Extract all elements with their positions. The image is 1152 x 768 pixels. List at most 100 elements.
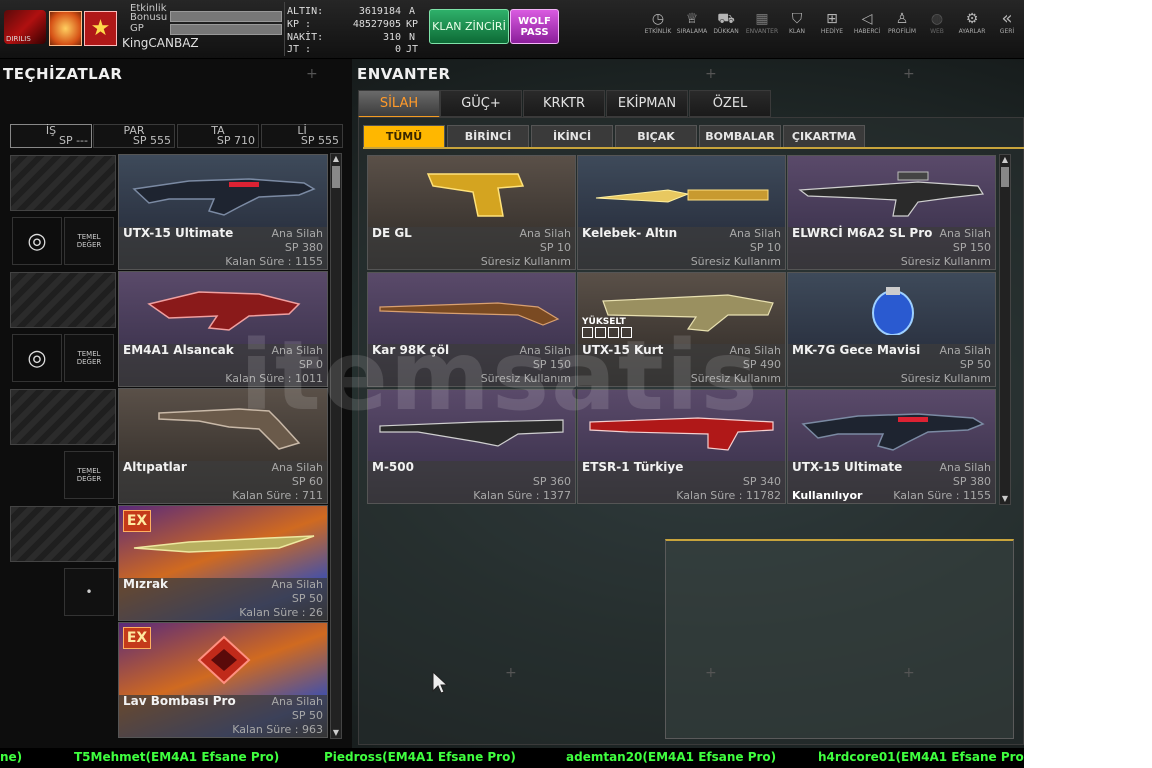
equip-card[interactable]: EX Lav Bombası Pro Ana Silah SP 50 Kalan… [118,622,328,738]
plus-decoration: + [705,665,717,681]
nav-envanter[interactable]: ▦ ENVANTER [745,10,779,35]
scroll-down-arrow[interactable]: ▼ [331,728,341,738]
nav-label: GERİ [999,28,1015,35]
shield-icon: ⛉ [791,11,803,27]
equip-slot[interactable] [10,155,116,211]
gp-label: GP [130,23,144,34]
gift-icon: ⊞ [826,11,838,27]
subtab-ikinci[interactable]: İKİNCİ [531,125,613,149]
scroll-up-arrow[interactable]: ▲ [331,154,341,164]
plus-decoration: + [505,665,517,681]
rank-emblem [49,11,82,46]
loop-icon[interactable]: ◎ [12,334,62,382]
subtab-tumu[interactable]: TÜMÜ [363,125,445,149]
item-sp: SP 10 [749,241,781,254]
inventory-icon: ▦ [755,11,769,27]
scroll-thumb[interactable] [1001,167,1009,187]
nav-etkinlik[interactable]: ◷ ETKİNLİK [641,10,675,35]
nav-label: ENVANTER [745,28,779,35]
item-name: Lav Bombası Pro [123,694,236,708]
equip-tab-li[interactable]: Lİ SP 555 [261,124,343,148]
item-name: EM4A1 Alsancak [123,343,234,357]
tab-ekipman[interactable]: EKİPMAN [606,90,688,117]
equip-tab-sp: SP 555 [132,134,171,147]
item-name: M-500 [372,460,414,474]
equip-card[interactable]: EX Mızrak Ana Silah SP 50 Kalan Süre : 2… [118,505,328,621]
nav-klan[interactable]: ⛉ KLAN [780,10,814,35]
scroll-thumb[interactable] [332,166,340,188]
plus-decoration: + [903,66,915,82]
item-type: Ana Silah [729,227,781,240]
item-name: UTX-15 Ultimate [123,226,234,240]
tab-ozel[interactable]: ÖZEL [689,90,771,117]
loop-icon[interactable]: ◎ [12,217,62,265]
subtab-cikartma[interactable]: ÇIKARTMA [783,125,865,149]
tab-guc[interactable]: GÜÇ+ [440,90,522,117]
plus-decoration: + [903,665,915,681]
kp-unit: KP [406,19,419,30]
scroll-up-arrow[interactable]: ▲ [1000,155,1010,165]
game-window: DIRILIS ★ Etkinlik Bonusu GP KingCANBAZ … [0,0,1024,768]
temel-label: TEMEL DEĞER [76,467,102,483]
temel-deger-button[interactable]: TEMEL DEĞER [64,334,114,382]
item-type: Ana Silah [271,227,323,240]
equip-tab-par[interactable]: PAR SP 555 [93,124,175,148]
nav-hediye[interactable]: ⊞ HEDİYE [815,10,849,35]
item-time: Süresiz Kullanım [690,255,781,268]
equipment-title: TEÇHİZATLAR [3,65,123,83]
nav-dukkan[interactable]: ⛟ DÜKKAN [709,10,743,35]
item-sp: SP 340 [742,475,781,488]
kp-label: KP : [287,19,312,30]
bonusu-label: Bonusu [130,12,168,23]
inventory-card[interactable]: DE GL Ana Silah SP 10 Süresiz Kullanım [367,155,576,270]
equip-tab-is[interactable]: İŞ SP --- [10,124,92,148]
top-bar: DIRILIS ★ Etkinlik Bonusu GP KingCANBAZ … [0,0,1024,59]
item-name: Mızrak [123,577,169,591]
nav-geri[interactable]: «GERİ [990,10,1024,36]
inventory-scrollbar[interactable]: ▲ ▼ [999,154,1011,505]
item-name: ETSR-1 Türkiye [582,460,684,474]
altin-unit: A [409,6,416,17]
nav-siralama[interactable]: ♕ SIRALAMA [675,10,709,35]
item-detail-panel [665,539,1014,739]
nav-label: ETKİNLİK [644,28,672,35]
equip-slot[interactable] [10,272,116,328]
klan-zinciri-button[interactable]: KLAN ZİNCİRİ [429,9,509,44]
equip-slot[interactable] [10,389,116,445]
nav-ayarlar[interactable]: ⚙ AYARLAR [955,10,989,35]
nav-haberci[interactable]: ◁ HABERCİ [850,10,884,35]
item-sp: SP 50 [291,592,323,605]
nav-web[interactable]: ◍ WEB [920,10,954,35]
nav-label: HABERCİ [853,28,881,35]
ticker-bar: ne) T5Mehmet(EM4A1 Efsane Pro) Piedross(… [0,748,1024,768]
temel-label: TEMEL DEĞER [76,350,102,366]
inventory-card[interactable]: ELWRCİ M6A2 SL Pro Ana Silah SP 150 Süre… [787,155,996,270]
subtab-birinci[interactable]: BİRİNCİ [447,125,529,149]
item-sp: SP 380 [952,475,991,488]
equip-tab-ta[interactable]: TA SP 710 [177,124,259,148]
gp-bar [170,24,282,35]
subtab-bombalar[interactable]: BOMBALAR [699,125,781,149]
currency-panel: ALTIN: 3619184 A KP : 48527905 KP NAKİT:… [284,2,425,56]
item-name: UTX-15 Ultimate [792,460,903,474]
inventory-card[interactable]: Kelebek- Altın Ana Silah SP 10 Süresiz K… [577,155,786,270]
equip-card[interactable]: UTX-15 Ultimate Ana Silah SP 380 Kalan S… [118,154,328,270]
temel-deger-button[interactable]: TEMEL DEĞER [64,217,114,265]
tab-silah[interactable]: SİLAH [358,90,440,118]
item-time: Kalan Süre : 26 [239,606,323,619]
subtab-bicak[interactable]: BIÇAK [615,125,697,149]
rifle-icon [132,178,316,216]
plus-decoration: + [306,66,318,82]
knife-icon [595,189,769,203]
empty-slot[interactable]: • [64,568,114,616]
temel-deger-button[interactable]: TEMEL DEĞER [64,451,114,499]
wolf-pass-button[interactable]: WOLF PASS [510,9,559,44]
scroll-down-arrow[interactable]: ▼ [1000,494,1010,504]
item-sp: SP 50 [959,358,991,371]
jt-unit: JT [406,44,419,55]
logo-text: DIRILIS [6,35,31,43]
nav-profilim[interactable]: ♙ PROFİLİM [885,10,919,35]
tab-krktr[interactable]: KRKTR [523,90,605,117]
equip-slot[interactable] [10,506,116,562]
equip-tab-sp: SP 555 [300,134,339,147]
